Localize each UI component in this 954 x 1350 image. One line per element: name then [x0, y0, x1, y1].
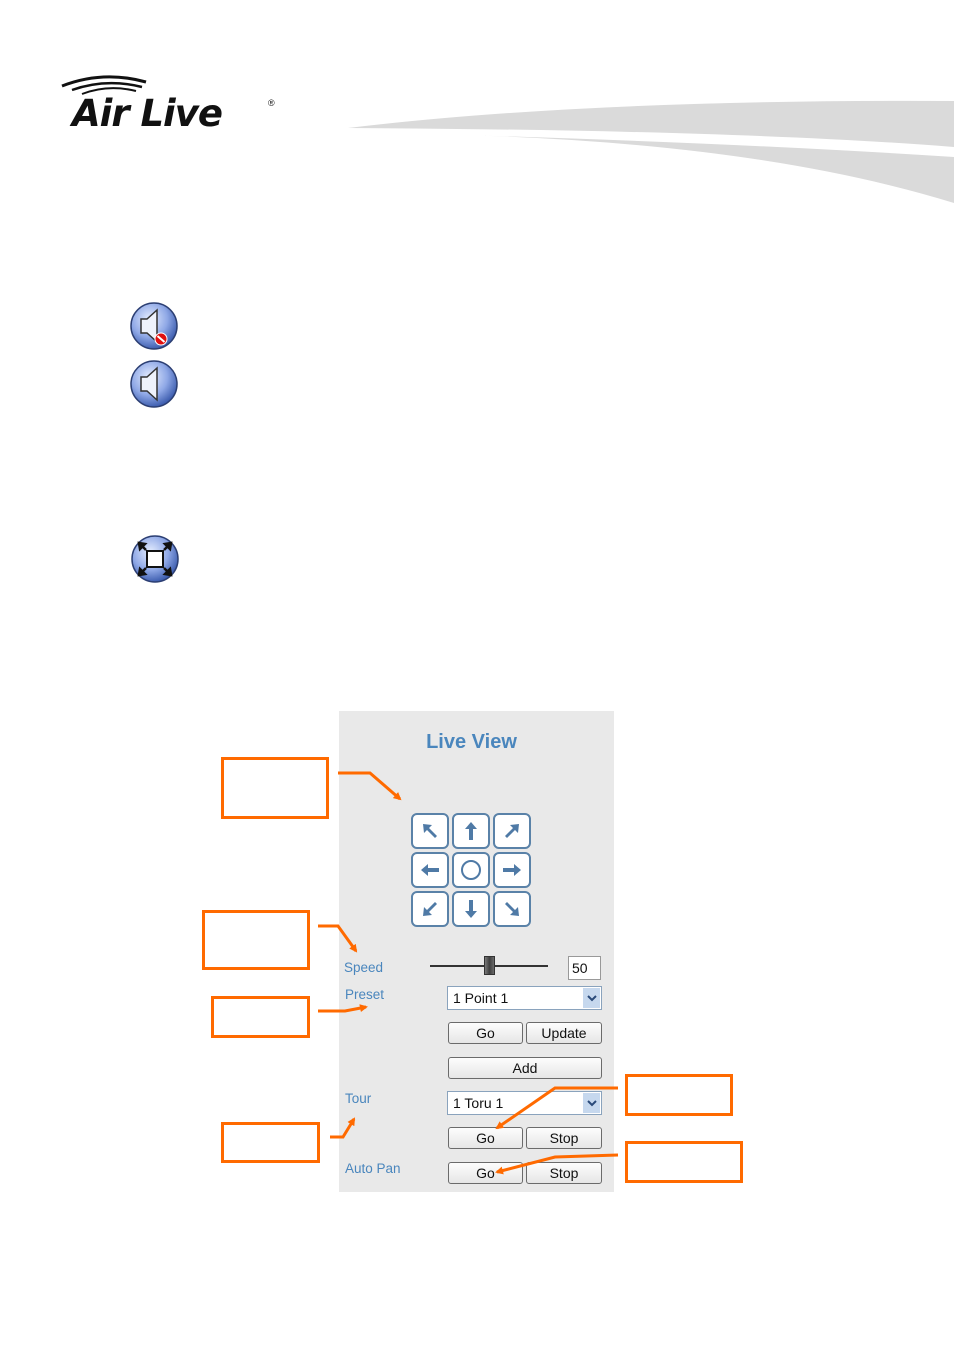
callout-box-tour-go: [625, 1074, 733, 1116]
preset-go-button[interactable]: Go: [448, 1022, 523, 1044]
speed-slider-thumb[interactable]: [483, 956, 495, 975]
circle-home-icon: [461, 860, 481, 880]
tour-select[interactable]: 1 Toru 1: [447, 1091, 602, 1115]
arrow-down-icon: [465, 900, 477, 918]
speed-value-input[interactable]: 50: [568, 956, 601, 980]
ptz-up-left-button[interactable]: [411, 813, 449, 849]
tour-go-button[interactable]: Go: [448, 1127, 523, 1149]
arrow-down-left-icon: [423, 902, 437, 916]
ptz-down-left-button[interactable]: [411, 891, 449, 927]
logo-text: Air Live: [72, 92, 223, 135]
speed-label: Speed: [344, 960, 384, 975]
speaker-muted-icon: [129, 301, 179, 351]
ptz-down-right-button[interactable]: [493, 891, 531, 927]
callout-box-auto-pan-go: [625, 1141, 743, 1183]
ptz-left-button[interactable]: [411, 852, 449, 888]
callout-box-preset: [211, 996, 310, 1038]
preset-label: Preset: [345, 987, 385, 1002]
preset-add-button[interactable]: Add: [448, 1057, 602, 1079]
ptz-down-button[interactable]: [452, 891, 490, 927]
tour-label: Tour: [345, 1091, 372, 1106]
arrow-down-right-icon: [505, 902, 519, 916]
callout-box-ptz: [221, 757, 329, 819]
preset-select[interactable]: 1 Point 1: [447, 986, 602, 1010]
ptz-control-pad: [411, 813, 535, 931]
airlive-logo: Air Live ®: [58, 72, 288, 136]
ptz-right-button[interactable]: [493, 852, 531, 888]
callout-box-tour: [221, 1122, 320, 1163]
ptz-home-button[interactable]: [452, 852, 490, 888]
header-swoosh: [348, 100, 954, 203]
live-view-panel: Live View Speed 50 Preset 1 Point 1 Go U…: [339, 711, 614, 1192]
arrow-up-right-icon: [505, 824, 519, 838]
speaker-icon: [129, 359, 179, 409]
auto-pan-label: Auto Pan: [345, 1161, 401, 1176]
arrow-up-left-icon: [423, 824, 437, 838]
tour-selected-value: 1 Toru 1: [453, 1095, 504, 1111]
panel-title: Live View: [426, 731, 517, 753]
arrow-up-icon: [465, 822, 477, 840]
preset-selected-value: 1 Point 1: [453, 990, 509, 1006]
auto-pan-stop-button[interactable]: Stop: [526, 1162, 602, 1184]
preset-update-button[interactable]: Update: [526, 1022, 602, 1044]
arrow-left-icon: [421, 864, 439, 876]
arrow-right-icon: [503, 864, 521, 876]
fullscreen-icon: [130, 534, 180, 584]
callout-box-speed: [202, 910, 310, 970]
registered-mark: ®: [268, 98, 275, 108]
auto-pan-go-button[interactable]: Go: [448, 1162, 523, 1184]
tour-stop-button[interactable]: Stop: [526, 1127, 602, 1149]
chevron-down-icon: [583, 1093, 600, 1113]
ptz-up-right-button[interactable]: [493, 813, 531, 849]
chevron-down-icon: [583, 988, 600, 1008]
ptz-up-button[interactable]: [452, 813, 490, 849]
